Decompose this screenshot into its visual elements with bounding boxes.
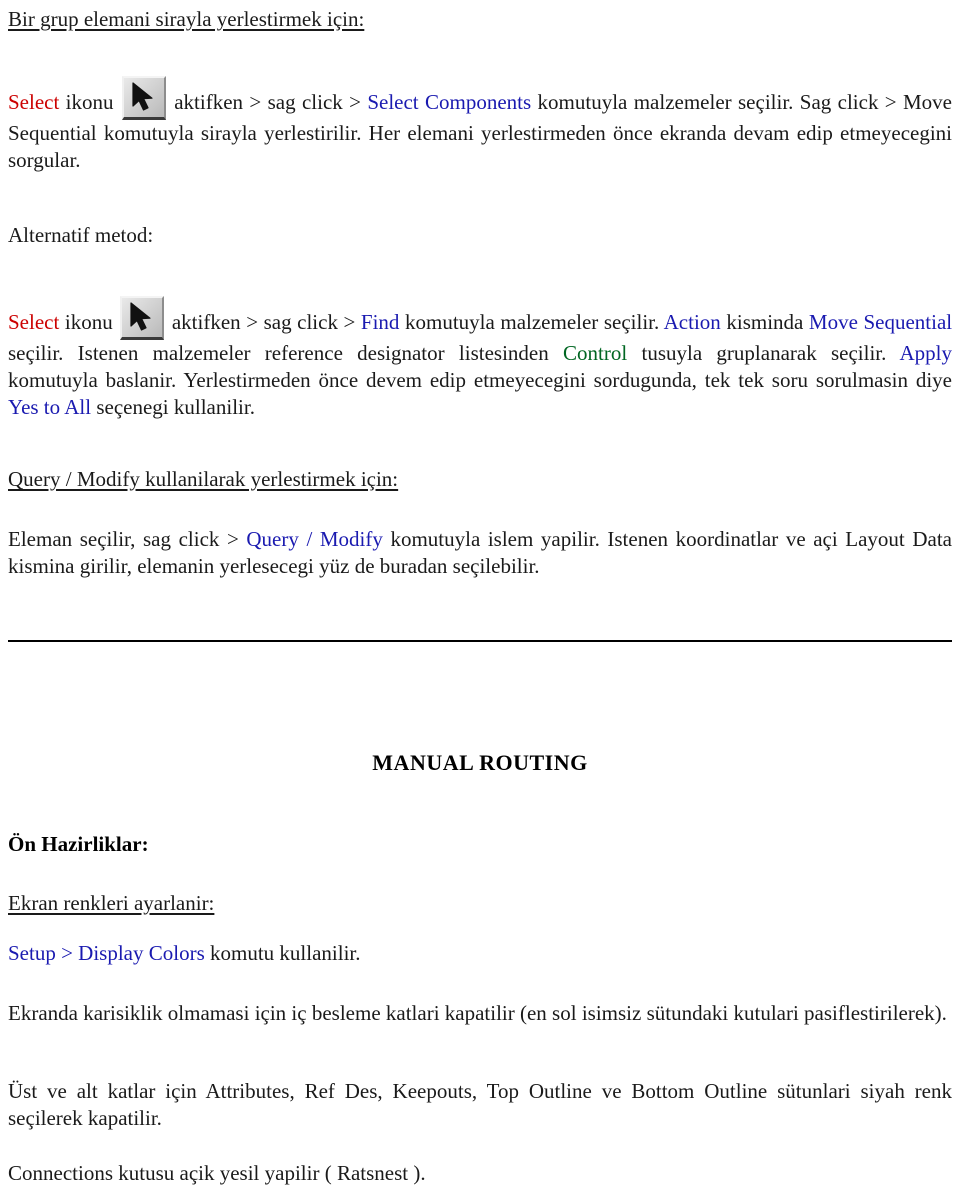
heading-text: Bir grup elemani sirayla yerlestirmek iç… — [8, 7, 365, 31]
text-after-yes-to-all: seçenegi kullanilir. — [96, 395, 255, 419]
section-heading-alternative: Alternatif metod: — [8, 222, 952, 249]
text-after-find: komutuyla malzemeler seçilir. — [404, 310, 660, 334]
setup-display-colors-rest: komutu kullanilir. — [210, 941, 361, 965]
apply-command: Apply — [899, 341, 953, 365]
text-after-apply: komutuyla baslanir. Yerlestirmeden önce … — [8, 368, 952, 392]
query-modify-intro: Eleman seçilir, sag click > — [8, 527, 239, 551]
select-command-label: Select — [8, 90, 60, 114]
paragraph-top-bottom-layers: Üst ve alt katlar için Attributes, Ref D… — [8, 1079, 952, 1130]
screen-colors-heading-text: Ekran renkleri ayarlanir: — [8, 891, 215, 915]
action-command: Action — [663, 310, 721, 334]
setup-display-colors-line: Setup > Display Colors komutu kullanilir… — [8, 940, 952, 967]
yes-to-all-command: Yes to All — [8, 395, 92, 419]
paragraph-alternative: Select ikonu aktifken > sag click > Find… — [8, 296, 952, 421]
setup-display-colors-command: Setup > Display Colors — [8, 941, 205, 965]
select-components-command: Select Components — [367, 90, 532, 114]
query-modify-command: Query / Modify — [246, 527, 383, 551]
aktifken-phrase-2: aktifken > sag click > — [171, 310, 356, 334]
query-modify-heading-text: Query / Modify kullanilarak yerlestirmek… — [8, 467, 399, 491]
section-heading-group-place: Bir grup elemani sirayla yerlestirmek iç… — [8, 6, 952, 32]
select-tool-icon[interactable] — [121, 76, 166, 120]
arrow-cursor-icon — [130, 302, 151, 331]
select-command-label-2: Select — [8, 310, 60, 334]
arrow-cursor-icon — [132, 82, 153, 111]
ikonu-word-2: ikonu — [64, 310, 113, 334]
kisminda-word: kisminda — [726, 310, 804, 334]
paragraph-connections: Connections kutusu açik yesil yapilir ( … — [8, 1161, 426, 1185]
text-after-move-sequential: seçilir. Istenen malzemeler reference de… — [8, 341, 549, 365]
paragraph-query-modify: Eleman seçilir, sag click > Query / Modi… — [8, 526, 952, 580]
section-heading-query-modify: Query / Modify kullanilarak yerlestirmek… — [8, 466, 952, 492]
aktifken-phrase: aktifken > sag click > — [174, 90, 361, 114]
ikonu-word: ikonu — [65, 90, 114, 114]
document-page: Bir grup elemani sirayla yerlestirmek iç… — [0, 0, 960, 1195]
section-divider — [8, 640, 952, 642]
paragraph-group-place: Select ikonu aktifken > sag click > Sele… — [8, 76, 952, 174]
find-command: Find — [360, 310, 400, 334]
screen-colors-heading: Ekran renkleri ayarlanir: — [8, 890, 952, 916]
move-sequential-command: Move Sequential — [808, 310, 953, 334]
paragraph-inner-layers: Ekranda karisiklik olmamasi için iç besl… — [8, 1001, 947, 1025]
select-tool-icon-2[interactable] — [120, 296, 165, 340]
text-after-control: tusuyla gruplanarak seçilir. — [641, 341, 887, 365]
alternative-method-label: Alternatif metod: — [8, 223, 154, 247]
preparations-subheading: Ön Hazirliklar: — [8, 832, 149, 856]
manual-routing-title: MANUAL ROUTING — [372, 750, 588, 775]
control-key-label: Control — [563, 341, 628, 365]
